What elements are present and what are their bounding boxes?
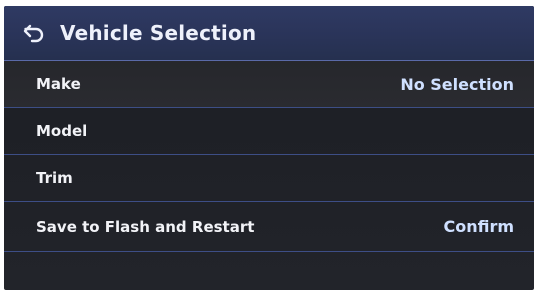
row-label-save-restart: Save to Flash and Restart [36,217,255,236]
screen: Vehicle Selection Make No Selection Mode… [4,6,534,290]
row-trim[interactable]: Trim [4,155,534,202]
row-value-make: No Selection [400,74,514,94]
settings-list: Make No Selection Model Trim Save to Fla… [4,61,534,252]
device-bezel: Vehicle Selection Make No Selection Mode… [0,0,540,296]
row-label-trim: Trim [36,169,73,187]
row-save-restart[interactable]: Save to Flash and Restart Confirm [4,202,534,252]
row-label-model: Model [36,122,88,140]
back-button[interactable] [14,6,54,60]
row-make[interactable]: Make No Selection [4,61,534,108]
back-arrow-icon [23,24,44,43]
confirm-button[interactable]: Confirm [443,217,514,236]
row-label-make: Make [36,75,81,93]
row-model[interactable]: Model [4,108,534,155]
page-title: Vehicle Selection [60,21,257,45]
header-bar: Vehicle Selection [4,6,534,61]
